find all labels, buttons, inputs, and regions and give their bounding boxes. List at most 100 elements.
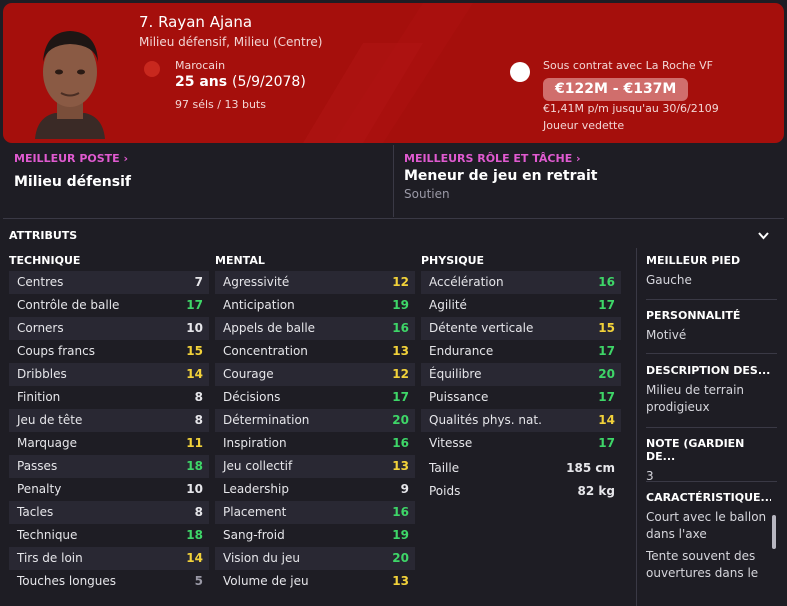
attribute-name: Puissance [429, 390, 489, 404]
attribute-row[interactable]: Coups francs 15 [9, 340, 209, 363]
attribute-row[interactable]: Concentration 13 [215, 340, 415, 363]
attribute-value: 16 [598, 275, 615, 289]
attribute-row[interactable]: Courage 12 [215, 363, 415, 386]
attribute-value: 16 [392, 321, 409, 335]
attribute-name: Penalty [17, 482, 62, 496]
attribute-row[interactable]: Détermination 20 [215, 409, 415, 432]
attribute-name: Finition [17, 390, 61, 404]
attribute-name: Technique [17, 528, 78, 542]
attribute-name: Jeu de tête [17, 413, 83, 427]
club-badge-icon[interactable] [510, 62, 530, 82]
attribute-value: 15 [598, 321, 615, 335]
attribute-value: 17 [598, 344, 615, 358]
attribute-name: Marquage [17, 436, 78, 450]
attribute-row[interactable]: Jeu de tête 8 [9, 409, 209, 432]
attribute-row[interactable]: Agilité 17 [421, 294, 621, 317]
attribute-value: 14 [186, 551, 203, 565]
player-age: 25 ans (5/9/2078) [175, 74, 306, 90]
attribute-value: 8 [194, 390, 203, 404]
attribute-value: 19 [392, 298, 409, 312]
attribute-name: Placement [223, 505, 287, 519]
attribute-row[interactable]: Contrôle de balle 17 [9, 294, 209, 317]
attribute-row[interactable]: Touches longues 5 [9, 570, 209, 593]
attribute-row[interactable]: Vitesse 17 [421, 432, 621, 455]
attribute-row[interactable]: Inspiration 16 [215, 432, 415, 455]
attribute-row[interactable]: Accélération 16 [421, 271, 621, 294]
attribute-row[interactable]: Dribbles 14 [9, 363, 209, 386]
value-badge: €122M - €137M [543, 78, 689, 101]
personality-label: PERSONNALITÉ [646, 309, 741, 322]
attribute-name: Corners [17, 321, 64, 335]
attribute-name: Agilité [429, 298, 467, 312]
attribute-value: 17 [186, 298, 203, 312]
attribute-row[interactable]: Puissance 17 [421, 386, 621, 409]
contract-info[interactable]: Sous contrat avec La Roche VF [543, 59, 713, 72]
attribute-name: Volume de jeu [223, 574, 309, 588]
height-row: Taille 185 cm [421, 457, 621, 480]
trait-item: Court avec le ballon dans l'axe [646, 510, 767, 541]
attribute-name: Tirs de loin [17, 551, 83, 565]
traits-scrollbar[interactable] [772, 515, 776, 549]
attribute-name: Équilibre [429, 367, 482, 381]
best-role-link[interactable]: MEILLEURS RÔLE ET TÂCHE › [404, 152, 581, 165]
player-avatar [35, 31, 105, 139]
attribute-row[interactable]: Leadership 9 [215, 478, 415, 501]
attribute-row[interactable]: Équilibre 20 [421, 363, 621, 386]
media-description: DESCRIPTION DES... Milieu de terrain pro… [646, 364, 776, 416]
attribute-value: 5 [194, 574, 203, 588]
attribute-row[interactable]: Jeu collectif 13 [215, 455, 415, 478]
side-divider [636, 248, 637, 606]
attribute-row[interactable]: Technique 18 [9, 524, 209, 547]
attribute-name: Détermination [223, 413, 310, 427]
attribute-value: 19 [392, 528, 409, 542]
attribute-row[interactable]: Finition 8 [9, 386, 209, 409]
attribute-value: 7 [194, 275, 203, 289]
attribute-row[interactable]: Penalty 10 [9, 478, 209, 501]
attribute-name: Vision du jeu [223, 551, 300, 565]
attribute-row[interactable]: Corners 10 [9, 317, 209, 340]
player-name: 7. Rayan Ajana [139, 13, 253, 31]
attribute-row[interactable]: Placement 16 [215, 501, 415, 524]
attribute-value: 12 [392, 275, 409, 289]
attribute-value: 13 [392, 459, 409, 473]
attribute-value: 8 [194, 505, 203, 519]
attribute-value: 14 [598, 413, 615, 427]
attribute-row[interactable]: Qualités phys. nat. 14 [421, 409, 621, 432]
attribute-value: 16 [392, 505, 409, 519]
goalkeeper-rating-label: NOTE (GARDIEN DE... [646, 437, 745, 463]
best-position-link[interactable]: MEILLEUR POSTE › [14, 152, 128, 165]
attribute-row[interactable]: Tacles 8 [9, 501, 209, 524]
goalkeeper-rating: NOTE (GARDIEN DE... 3 [646, 437, 776, 485]
personality: PERSONNALITÉ Motivé [646, 309, 776, 344]
chevron-down-icon[interactable] [758, 232, 769, 240]
attribute-value: 20 [598, 367, 615, 381]
weight-label: Poids [429, 484, 461, 498]
attribute-row[interactable]: Vision du jeu 20 [215, 547, 415, 570]
attribute-row[interactable]: Appels de balle 16 [215, 317, 415, 340]
attribute-name: Dribbles [17, 367, 67, 381]
attribute-row[interactable]: Sang-froid 19 [215, 524, 415, 547]
attribute-row[interactable]: Marquage 11 [9, 432, 209, 455]
attribute-value: 11 [186, 436, 203, 450]
attribute-row[interactable]: Tirs de loin 14 [9, 547, 209, 570]
attribute-row[interactable]: Volume de jeu 13 [215, 570, 415, 593]
attribute-row[interactable]: Détente verticale 15 [421, 317, 621, 340]
attribute-row[interactable]: Centres 7 [9, 271, 209, 294]
best-role-panel: MEILLEURS RÔLE ET TÂCHE › Meneur de jeu … [394, 145, 784, 215]
attribute-row[interactable]: Agressivité 12 [215, 271, 415, 294]
attribute-row[interactable]: Passes 18 [9, 455, 209, 478]
attribute-name: Courage [223, 367, 274, 381]
attribute-row[interactable]: Endurance 17 [421, 340, 621, 363]
best-position-value: Milieu défensif [14, 174, 131, 190]
attribute-name: Appels de balle [223, 321, 316, 335]
attribute-row[interactable]: Décisions 17 [215, 386, 415, 409]
attribute-name: Endurance [429, 344, 494, 358]
attribute-row[interactable]: Anticipation 19 [215, 294, 415, 317]
attribute-value: 18 [186, 528, 203, 542]
attribute-name: Contrôle de balle [17, 298, 120, 312]
attribute-value: 15 [186, 344, 203, 358]
attribute-name: Sang-froid [223, 528, 285, 542]
attribute-name: Centres [17, 275, 64, 289]
technique-heading: TECHNIQUE [9, 254, 81, 267]
nationality[interactable]: Marocain [175, 59, 225, 72]
